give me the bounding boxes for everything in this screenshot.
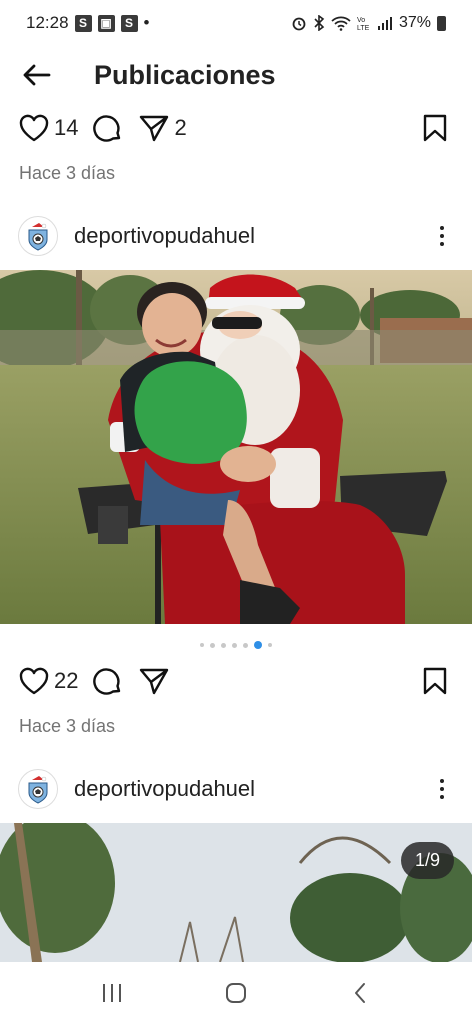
carousel-dot-active: [254, 641, 262, 649]
battery-percent: 37%: [398, 14, 431, 31]
battery-icon: [437, 15, 446, 31]
save-button[interactable]: [422, 113, 448, 143]
post-actions: 14 2: [0, 106, 472, 150]
share-button[interactable]: [138, 666, 170, 696]
like-button[interactable]: 22: [18, 666, 78, 696]
status-left: 12:28 S ▣ S •: [26, 13, 150, 33]
save-button[interactable]: [422, 666, 448, 696]
comment-icon: [93, 668, 121, 695]
dot: [440, 234, 444, 238]
post-photo[interactable]: [0, 270, 472, 624]
bookmark-icon: [423, 114, 447, 142]
avatar[interactable]: [18, 216, 58, 256]
status-right: Vo LTE 37%: [291, 14, 446, 32]
status-bar: 12:28 S ▣ S • Vo LTE 37%: [0, 0, 472, 46]
carousel-dot: [200, 643, 204, 647]
signal-icon: [377, 17, 392, 30]
club-logo-icon: [28, 223, 48, 251]
app-header: Publicaciones: [0, 46, 472, 104]
heart-icon: [19, 114, 49, 142]
dot: [440, 795, 444, 799]
carousel-dot: [243, 642, 248, 648]
comment-icon: [93, 115, 121, 142]
system-nav-bar: [0, 962, 472, 1024]
carousel-indicator: [0, 640, 472, 650]
gallery-badge-icon: ▣: [97, 14, 115, 32]
system-back-button[interactable]: [335, 973, 385, 1013]
carousel-dot: [210, 642, 215, 648]
samsung-badge-icon: S: [74, 14, 92, 32]
like-button[interactable]: 14: [18, 113, 78, 143]
svg-text:LTE: LTE: [357, 25, 370, 31]
bluetooth-icon: [314, 15, 325, 31]
back-chevron-icon: [355, 983, 365, 1003]
carousel-dot: [221, 642, 226, 648]
share-count: 2: [174, 115, 187, 140]
recent-apps-icon: [103, 984, 121, 1002]
dot: [440, 226, 444, 230]
post-time: Hace 3 días: [19, 163, 116, 183]
arrow-left-icon: [23, 64, 51, 86]
dot: [440, 779, 444, 783]
post-header: deportivopudahuel: [0, 211, 472, 261]
recent-apps-button[interactable]: [87, 973, 137, 1013]
carousel-dot: [268, 643, 272, 647]
more-options-button[interactable]: [430, 774, 454, 804]
post-actions: 22: [0, 659, 472, 703]
send-icon: [140, 668, 169, 695]
comment-button[interactable]: [92, 665, 124, 697]
svg-text:Vo: Vo: [357, 17, 365, 24]
notification-dot: •: [143, 13, 150, 32]
post-photo[interactable]: [0, 823, 472, 962]
comment-button[interactable]: [92, 112, 124, 144]
volte-icon: VoLTE: [357, 17, 370, 31]
status-time: 12:28: [26, 13, 69, 32]
username[interactable]: deportivopudahuel: [74, 776, 255, 802]
heart-icon: [19, 667, 49, 695]
dot: [440, 787, 444, 791]
santa-photo: [0, 270, 472, 624]
like-count: 22: [54, 668, 79, 693]
dot: [440, 242, 444, 246]
club-logo-icon: [28, 776, 48, 804]
samsung-badge-icon: S: [120, 14, 138, 32]
like-count: 14: [54, 115, 79, 140]
wifi-icon: [331, 16, 351, 31]
more-options-button[interactable]: [430, 221, 454, 251]
post-header: deportivopudahuel: [0, 764, 472, 814]
send-icon: [140, 115, 169, 142]
share-button[interactable]: 2: [138, 113, 187, 143]
alarm-icon: [292, 17, 306, 31]
trees-photo: [0, 823, 472, 962]
carousel-counter: 1/9: [400, 842, 454, 879]
avatar[interactable]: [18, 769, 58, 809]
page-title: Publicaciones: [94, 59, 276, 90]
home-icon: [226, 983, 246, 1003]
carousel-dot: [232, 642, 237, 648]
bookmark-icon: [423, 667, 447, 695]
username[interactable]: deportivopudahuel: [74, 223, 255, 249]
home-button[interactable]: [211, 973, 261, 1013]
post-time: Hace 3 días: [19, 716, 116, 736]
back-button[interactable]: [16, 55, 56, 95]
